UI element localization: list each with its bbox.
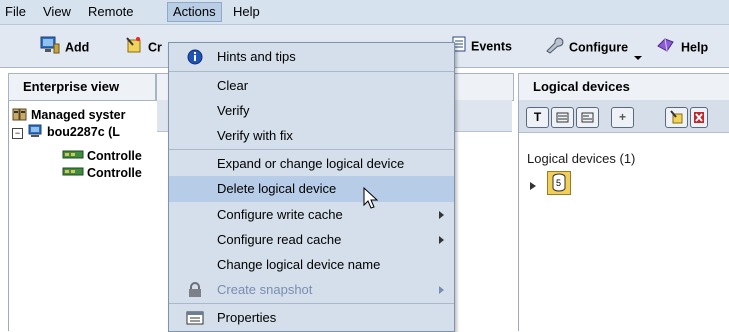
details-view-button[interactable] [576,107,599,128]
menu-remote[interactable]: Remote [83,3,139,21]
menu-item-label: Create snapshot [217,282,313,297]
server-icon [28,124,42,137]
submenu-arrow-icon [439,236,444,244]
configure-button-label: Configure [569,40,629,55]
logical-device-number: 5 [556,178,562,188]
list-view-button[interactable] [551,107,574,128]
add-button-label: Add [65,40,90,55]
configure-button[interactable]: Configure [544,36,642,60]
submenu-arrow-icon [439,211,444,219]
menu-item-create-snapshot: Create snapshot [169,277,454,303]
mouse-cursor-icon [363,187,379,209]
menu-actions[interactable]: Actions [167,2,222,22]
controller-card-icon [62,150,84,159]
enterprise-view-header: Enterprise view [8,73,156,101]
wizard-button[interactable] [665,107,688,128]
events-button[interactable]: Events [452,36,512,56]
delete-icon [694,112,704,123]
menu-file[interactable]: File [0,3,31,21]
properties-icon [186,311,204,325]
controller-card-icon [62,167,84,176]
create-button-label: Cr [148,40,162,55]
enterprise-view-title: Enterprise view [23,79,120,94]
help-button-label: Help [681,40,709,55]
menu-separator [169,149,454,150]
menu-item-label: Clear [217,78,249,93]
menu-item-label: Expand or change logical device [217,156,405,171]
wizard-icon [669,110,682,124]
events-button-label: Events [471,39,512,54]
toggle-text-view-button[interactable]: T [526,107,549,128]
actions-menu: Hints and tips Clear Verify Verify with … [168,42,455,332]
menu-item-clear[interactable]: Clear [169,73,454,99]
collapse-toggle-icon[interactable]: − [12,128,23,139]
menu-item-label: Properties [217,310,277,325]
tree-item-managed-systems[interactable]: Managed syster [12,107,152,122]
menu-help[interactable]: Help [228,3,265,21]
submenu-arrow-icon [439,286,444,294]
logical-devices-header: Logical devices [518,73,729,101]
tree-item-controller-2[interactable]: Controlle [62,166,152,180]
menu-item-label: Verify [217,103,250,118]
logical-devices-toolbar: T + [519,100,729,133]
menu-item-change-name[interactable]: Change logical device name [169,252,454,278]
create-wizard-icon [125,36,143,60]
menu-item-expand-or-change[interactable]: Expand or change logical device [169,151,454,177]
menu-item-label: Configure read cache [217,232,342,247]
logical-devices-title: Logical devices [533,79,630,94]
dropdown-arrow-icon [633,56,642,60]
menu-item-label: Delete logical device [217,181,337,196]
menu-item-properties[interactable]: Properties [169,305,454,331]
tree-item-label: Controlle [87,166,142,180]
delete-button[interactable] [690,107,708,128]
menu-item-label: Hints and tips [217,49,296,64]
list-icon [556,112,569,123]
tree-item-controller-1[interactable]: Controlle [62,149,152,163]
menu-separator [169,303,454,304]
tree-item-label: Managed syster [31,108,126,122]
menu-separator [169,71,454,72]
create-button[interactable]: Cr [125,36,162,56]
expand-arrow-icon [530,182,536,190]
managed-systems-icon [12,108,27,121]
menu-item-delete-logical-device[interactable]: Delete logical device [169,176,454,202]
menu-item-verify-with-fix[interactable]: Verify with fix [169,123,454,149]
menu-item-hints-and-tips[interactable]: Hints and tips [169,44,454,70]
info-icon [187,49,203,65]
help-button[interactable]: Help [656,36,708,56]
add-logical-device-button[interactable]: + [611,107,634,128]
tree-item-label: Controlle [87,149,142,163]
menu-item-verify[interactable]: Verify [169,98,454,124]
add-button[interactable]: Add [40,36,89,56]
menu-bar: File View Remote Actions Help [0,0,729,25]
add-system-icon [40,36,60,60]
menu-item-label: Verify with fix [217,128,293,143]
details-icon [581,112,594,123]
menu-item-configure-read-cache[interactable]: Configure read cache [169,227,454,253]
menu-item-label: Configure write cache [217,207,343,222]
tree-item-label: bou2287c (L [47,125,120,139]
lock-icon [189,282,201,297]
tree-item-server[interactable]: − bou2287c (L [12,124,152,139]
menu-view[interactable]: View [38,3,76,21]
help-icon [656,36,676,60]
menu-item-configure-write-cache[interactable]: Configure write cache [169,202,454,228]
expand-devices-toggle[interactable] [530,178,536,193]
logical-devices-count: Logical devices (1) [527,151,636,166]
logical-device-item[interactable]: 5 [547,171,571,195]
wrench-icon [544,36,564,60]
menu-item-label: Change logical device name [217,257,381,272]
